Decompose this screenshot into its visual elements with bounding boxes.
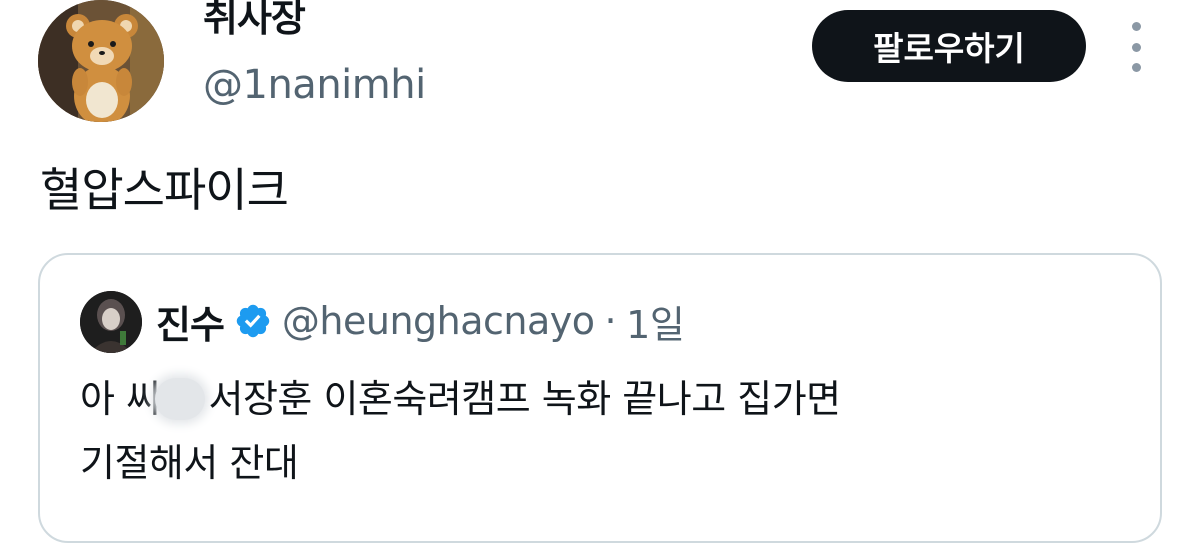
quoted-text-line-2: 기절해서 잔대 — [80, 441, 299, 485]
dot — [1131, 63, 1141, 72]
author-display-name[interactable]: 취사장 — [203, 0, 306, 42]
quoted-tweet-header: 진수 @heunghacnayo · 1일 — [156, 293, 685, 349]
quoted-text-segment: 서장훈 이혼숙려캠프 녹화 끝나고 집가면 — [208, 377, 842, 421]
teddy-bear-avatar-image — [38, 0, 164, 122]
quoted-text-line-1: 아 씨 서장훈 이혼숙려캠프 녹화 끝나고 집가면 — [80, 367, 1140, 431]
quoted-author-avatar[interactable] — [80, 291, 142, 353]
censor-blur — [154, 378, 205, 420]
quoted-author-handle[interactable]: @heunghacnayo — [282, 299, 595, 343]
vertical-ellipsis-icon[interactable] — [1124, 22, 1148, 72]
dot — [1131, 42, 1141, 52]
quoted-tweet-time[interactable]: 1일 — [626, 294, 685, 349]
dot — [1131, 22, 1141, 31]
follow-button[interactable]: 팔로우하기 — [812, 10, 1086, 82]
quoted-avatar-image — [80, 291, 142, 353]
tweet-text: 혈압스파이크 — [40, 163, 289, 217]
verified-badge-icon — [236, 304, 270, 338]
quoted-author-name[interactable]: 진수 — [156, 294, 225, 349]
quoted-tweet-card[interactable]: 진수 @heunghacnayo · 1일 아 씨 서장훈 이혼숙려캠프 녹화 끝… — [38, 253, 1162, 543]
author-avatar[interactable] — [38, 0, 164, 122]
separator-dot: · — [604, 299, 617, 343]
quoted-text-segment: 아 씨 — [80, 377, 161, 421]
quoted-tweet-text: 아 씨 서장훈 이혼숙려캠프 녹화 끝나고 집가면 기절해서 잔대 — [80, 367, 1140, 495]
author-handle[interactable]: @1nanimhi — [203, 60, 426, 110]
